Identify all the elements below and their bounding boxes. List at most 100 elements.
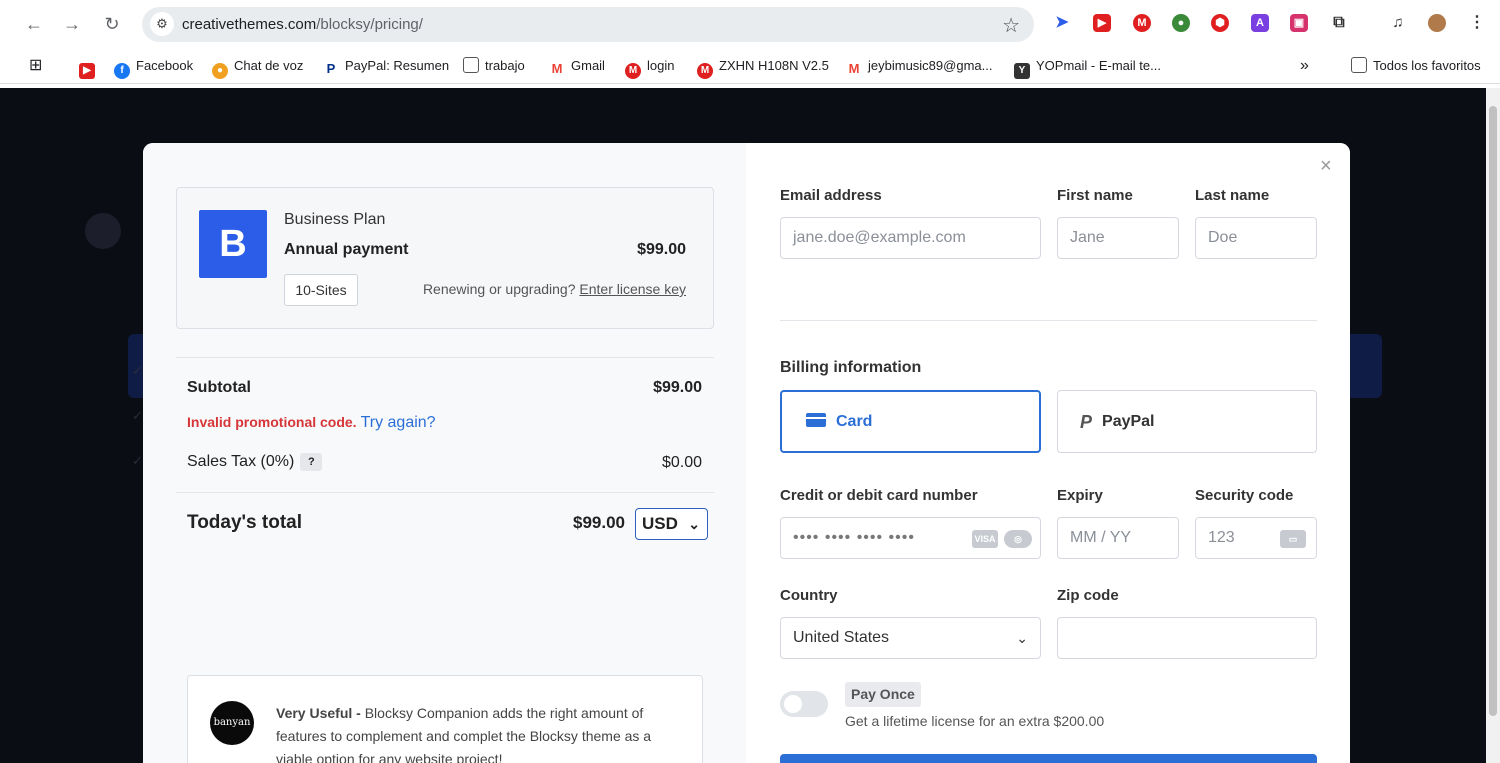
bookmark-all-favorites[interactable]: Todos los favoritos <box>1351 57 1481 75</box>
order-summary-panel: B Business Plan Annual payment $99.00 10… <box>143 143 746 763</box>
enter-license-key-link[interactable]: Enter license key <box>579 281 686 297</box>
currency-select[interactable]: USD ⌄ <box>635 508 708 540</box>
security-code-label: Security code <box>1195 487 1294 504</box>
bookmark-chat-de-voz[interactable]: ● Chat de voz <box>212 57 303 79</box>
bookmarks-overflow-button[interactable]: » <box>1300 57 1309 75</box>
tax-help-icon[interactable]: ? <box>300 453 323 471</box>
renew-text: Renewing or upgrading? Enter license key <box>422 281 686 297</box>
bg-check-icon: ✓ <box>132 408 143 423</box>
last-name-field[interactable]: Doe <box>1195 217 1317 259</box>
site-info-icon[interactable]: ⚙ <box>150 12 174 36</box>
security-code-field[interactable]: 123 ▭ <box>1195 517 1317 559</box>
plan-payment-type: Annual payment <box>284 241 409 258</box>
bookmark-login[interactable]: Mlogin <box>625 57 674 79</box>
bookmark-paypal[interactable]: P PayPal: Resumen <box>323 57 449 77</box>
apps-grid-icon[interactable]: ⊞ <box>29 57 42 75</box>
gmail-icon: M <box>846 61 862 77</box>
promo-retry-link[interactable]: Try again? <box>361 414 436 431</box>
chevron-down-icon: ⌄ <box>688 516 700 532</box>
plan-card: B Business Plan Annual payment $99.00 10… <box>176 187 714 329</box>
email-label: Email address <box>780 187 882 204</box>
paypal-icon: P <box>1080 412 1093 432</box>
bookmark-yopmail[interactable]: Y YOPmail - E-mail te... <box>1014 57 1161 79</box>
bookmark-facebook[interactable]: f Facebook <box>114 57 193 79</box>
credit-card-icon <box>806 413 826 427</box>
site-logo <box>85 213 121 249</box>
bookmark-jeybimusic[interactable]: Mjeybimusic89@gma... <box>846 57 992 77</box>
facebook-icon: f <box>114 63 130 79</box>
extension-arrow-icon[interactable]: ➤ <box>1053 14 1071 32</box>
total-value: $99.00 <box>573 513 625 532</box>
forward-icon[interactable]: → <box>62 14 82 34</box>
bookmark-star-icon[interactable]: ☆ <box>1002 13 1020 38</box>
paypal-icon: P <box>323 61 339 77</box>
divider <box>176 357 714 358</box>
bookmark-gmail[interactable]: M Gmail <box>549 57 605 77</box>
checkout-form-panel: Email address First name Last name jane.… <box>746 143 1350 763</box>
promo-error: Invalid promotional code. <box>187 414 357 430</box>
extension-printer-icon[interactable]: ▣ <box>1290 14 1308 32</box>
divider <box>780 320 1317 321</box>
sales-tax-label: Sales Tax (0%) <box>187 453 295 470</box>
checkout-modal: B Business Plan Annual payment $99.00 10… <box>143 143 1350 763</box>
menu-kebab-icon[interactable]: ⋮ <box>1468 14 1486 32</box>
extension-a-icon[interactable]: A <box>1251 14 1269 32</box>
payment-method-card[interactable]: Card <box>780 390 1041 453</box>
scrollbar-thumb[interactable] <box>1489 106 1497 716</box>
reload-icon[interactable]: ↻ <box>102 14 122 34</box>
blocksy-logo-icon: B <box>199 210 267 278</box>
youtube-icon: ▶ <box>79 63 95 79</box>
m-icon: M <box>625 63 641 79</box>
country-label: Country <box>780 587 838 604</box>
bookmark-zxhn[interactable]: M ZXHN H108N V2.5 <box>697 57 829 79</box>
first-name-field[interactable]: Jane <box>1057 217 1179 259</box>
testimonial-avatar: banyan <box>210 701 254 745</box>
zip-code-field[interactable] <box>1057 617 1317 659</box>
first-name-label: First name <box>1057 187 1133 204</box>
bookmark-youtube[interactable]: ▶ <box>79 57 101 79</box>
bookmark-trabajo[interactable]: trabajo <box>463 57 525 75</box>
payment-method-paypal[interactable]: P PayPal <box>1057 390 1317 453</box>
media-queue-icon[interactable]: ♫ <box>1389 14 1407 32</box>
folder-icon <box>1351 57 1367 73</box>
submit-payment-button[interactable] <box>780 754 1317 763</box>
country-select[interactable]: United States ⌄ <box>780 617 1041 659</box>
testimonial-text: Very Useful - Blocksy Companion adds the… <box>276 705 652 763</box>
visa-icon: VISA <box>972 530 998 548</box>
url-text[interactable]: creativethemes.com/blocksy/pricing/ <box>182 16 423 33</box>
pay-once-badge: Pay Once <box>845 682 921 707</box>
bg-check-icon: ✓ <box>132 453 143 468</box>
testimonial-card: banyan Very Useful - Blocksy Companion a… <box>187 675 703 763</box>
cvc-card-icon: ▭ <box>1280 530 1306 548</box>
address-bar[interactable]: ⚙ creativethemes.com/blocksy/pricing/ ☆ <box>142 7 1034 42</box>
back-icon[interactable]: ← <box>24 14 44 34</box>
page-scrollbar[interactable] <box>1486 88 1500 763</box>
mastercard-icon: ◎ <box>1004 530 1032 548</box>
browser-toolbar: ← → ↻ ⚙ creativethemes.com/blocksy/prici… <box>0 0 1500 48</box>
card-number-field[interactable]: •••• •••• •••• •••• VISA ◎ <box>780 517 1041 559</box>
profile-avatar[interactable] <box>1428 14 1446 32</box>
divider <box>176 492 714 493</box>
last-name-label: Last name <box>1195 187 1270 204</box>
extension-m-icon[interactable]: M <box>1133 14 1151 32</box>
extension-media-icon[interactable]: ▶ <box>1093 14 1111 32</box>
extension-globe-icon[interactable]: ● <box>1172 14 1190 32</box>
total-label: Today's total <box>187 512 303 533</box>
subtotal-value: $99.00 <box>653 379 702 396</box>
m-icon: M <box>697 63 713 79</box>
extensions-puzzle-icon[interactable]: ⧉ <box>1330 14 1348 32</box>
card-number-label: Credit or debit card number <box>780 487 978 504</box>
zip-code-label: Zip code <box>1057 587 1119 604</box>
promo-row: Invalid promotional code. Try again? <box>187 414 436 432</box>
yopmail-icon: Y <box>1014 63 1030 79</box>
sites-select-button[interactable]: 10-Sites <box>284 274 358 306</box>
email-field[interactable]: jane.doe@example.com <box>780 217 1041 259</box>
sales-tax-row: Sales Tax (0%)? <box>187 453 323 471</box>
gmail-icon: M <box>549 61 565 77</box>
extension-shield-icon[interactable]: ⬢ <box>1211 14 1229 32</box>
close-icon[interactable]: × <box>1320 155 1332 178</box>
pay-once-toggle[interactable] <box>780 691 828 717</box>
billing-label: Billing information <box>780 359 922 376</box>
sales-tax-value: $0.00 <box>661 454 702 471</box>
expiry-field[interactable]: MM / YY <box>1057 517 1179 559</box>
